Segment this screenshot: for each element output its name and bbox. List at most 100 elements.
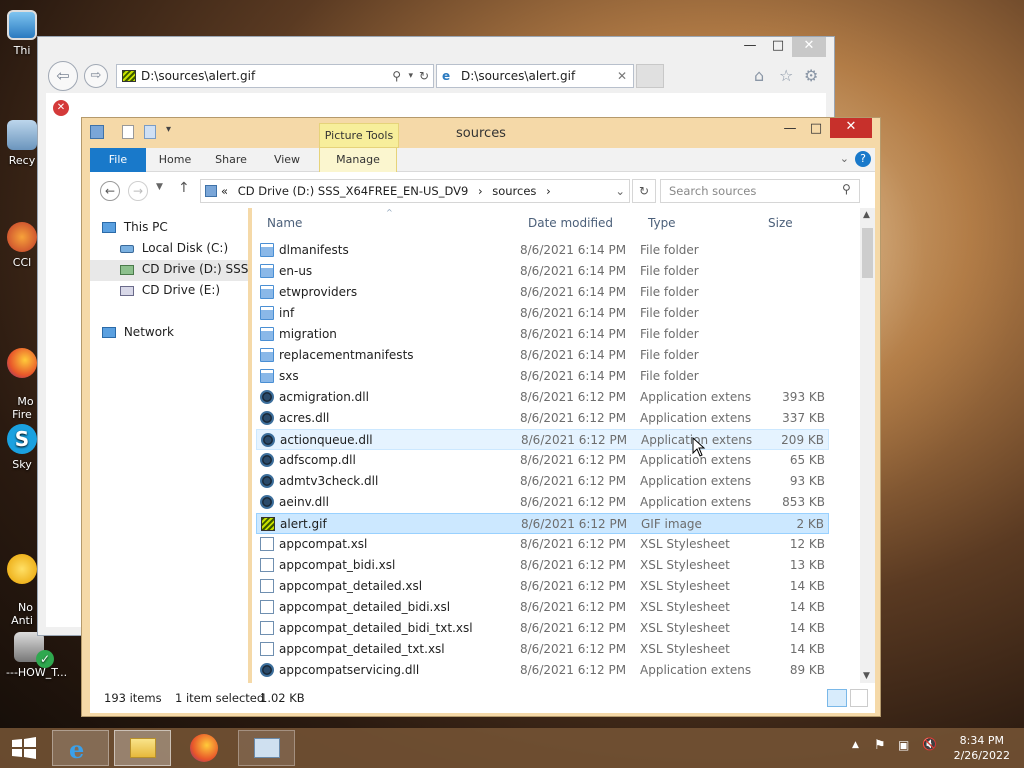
file-row[interactable]: admtv3check.dll 8/6/2021 6:12 PM Applicati…: [256, 471, 829, 492]
ie-address-bar[interactable]: D:\sources\alert.gif ⚲ ▾ ↻: [116, 64, 434, 88]
clock[interactable]: 8:34 PM 2/26/2022: [954, 733, 1010, 763]
maximize-button[interactable]: □: [802, 120, 830, 140]
file-row[interactable]: etwproviders 8/6/2021 6:14 PM File folder: [256, 282, 829, 303]
tab-home[interactable]: Home: [152, 148, 198, 172]
search-input[interactable]: Search sources: [660, 179, 860, 203]
file-row[interactable]: appcompat_detailed_txt.xsl 8/6/2021 6:12 …: [256, 639, 829, 660]
scroll-up-icon[interactable]: ▲: [863, 210, 870, 220]
file-name: appcompat_detailed_bidi_txt.xsl: [279, 621, 473, 635]
search-icon[interactable]: ⚲: [392, 65, 401, 87]
file-row[interactable]: adfscomp.dll 8/6/2021 6:12 PM Application …: [256, 450, 829, 471]
up-button[interactable]: ↑: [178, 180, 190, 196]
file-row[interactable]: appcompat.xsl 8/6/2021 6:12 PM XSL Stylesh…: [256, 534, 829, 555]
breadcrumb-drive[interactable]: CD Drive (D:) SSS_X64FREE_EN-US_DV9: [238, 184, 469, 198]
file-row[interactable]: appcompat_detailed.xsl 8/6/2021 6:12 PM XS…: [256, 576, 829, 597]
favorites-icon[interactable]: ☆: [779, 66, 793, 85]
column-header-type[interactable]: Type: [648, 216, 676, 230]
breadcrumb-folder[interactable]: sources: [492, 184, 536, 198]
maximize-button[interactable]: □: [764, 37, 792, 57]
details-view-button[interactable]: [827, 689, 847, 707]
file-row[interactable]: replacementmanifests 8/6/2021 6:14 PM File…: [256, 345, 829, 366]
show-hidden-icons[interactable]: ▲: [852, 740, 859, 750]
folder-icon: [260, 369, 274, 383]
tree-item-label: CD Drive (D:) SSS_X6: [141, 262, 248, 276]
tab-view[interactable]: View: [264, 148, 310, 172]
desktop-icon-shortcut[interactable]: ✓ ---HOW_T...: [0, 632, 80, 679]
tab-share[interactable]: Share: [208, 148, 254, 172]
file-name: inf: [279, 306, 295, 320]
minimize-button[interactable]: —: [776, 120, 804, 140]
dropdown-icon[interactable]: ▾: [408, 65, 413, 87]
minimize-button[interactable]: —: [736, 37, 764, 57]
dll-file-icon: [260, 390, 274, 404]
file-row[interactable]: aeinv.dll 8/6/2021 6:12 PM Application ext…: [256, 492, 829, 513]
breadcrumb-overflow[interactable]: «: [221, 184, 228, 198]
refresh-icon[interactable]: ↻: [419, 65, 429, 87]
taskbar-task-manager[interactable]: [238, 730, 295, 766]
action-center-icon[interactable]: ⚑: [874, 738, 886, 753]
tree-item-network[interactable]: Network: [102, 325, 174, 339]
file-explorer-window[interactable]: ▾ Picture Tools sources — □ ✕ File Home …: [81, 117, 881, 717]
home-icon[interactable]: ⌂: [754, 66, 764, 85]
file-type: XSL Stylesheet: [640, 642, 730, 656]
file-row[interactable]: appcompat_detailed_bidi_txt.xsl 8/6/2021 …: [256, 618, 829, 639]
column-header-date[interactable]: Date modified: [528, 216, 613, 230]
refresh-button[interactable]: ↻: [632, 179, 656, 203]
back-button[interactable]: ⇦: [48, 61, 78, 91]
close-button[interactable]: ✕: [792, 37, 826, 57]
file-row[interactable]: migration 8/6/2021 6:14 PM File folder: [256, 324, 829, 345]
desktop-icon-label: No Anti: [11, 601, 33, 627]
status-bar: 193 items 1 item selected 1.02 KB: [90, 683, 875, 713]
xsl-file-icon: [260, 642, 274, 656]
close-tab-icon[interactable]: ✕: [617, 65, 627, 87]
taskbar-internet-explorer[interactable]: e: [52, 730, 109, 766]
file-row[interactable]: en-us 8/6/2021 6:14 PM File folder: [256, 261, 829, 282]
vertical-scrollbar[interactable]: ▲ ▼: [860, 208, 875, 683]
file-row[interactable]: alert.gif 8/6/2021 6:12 PM GIF image 2 KB: [256, 513, 829, 534]
back-button[interactable]: ←: [100, 181, 120, 201]
new-tab-button[interactable]: [636, 64, 664, 88]
xsl-file-icon: [260, 558, 274, 572]
window-title: sources: [456, 126, 506, 141]
column-header-name[interactable]: Name: [267, 216, 302, 230]
tree-item-cd-drive-e[interactable]: CD Drive (E:): [120, 283, 220, 297]
file-row[interactable]: actionqueue.dll 8/6/2021 6:12 PM Applicati…: [256, 429, 829, 450]
taskbar-file-explorer[interactable]: [114, 730, 171, 766]
tab-manage[interactable]: Manage: [319, 148, 397, 172]
start-button[interactable]: [10, 736, 38, 760]
file-row[interactable]: dlmanifests 8/6/2021 6:14 PM File folder: [256, 240, 829, 261]
large-icons-view-button[interactable]: [850, 689, 868, 707]
tab-file[interactable]: File: [90, 148, 146, 172]
ie-tab[interactable]: e D:\sources\alert.gif ✕: [436, 64, 634, 88]
file-row[interactable]: appcompat_bidi.xsl 8/6/2021 6:12 PM XSL St…: [256, 555, 829, 576]
close-button[interactable]: ✕: [830, 118, 872, 138]
tree-item-cd-drive-d[interactable]: CD Drive (D:) SSS_X6: [90, 260, 248, 281]
file-type: File folder: [640, 243, 699, 257]
file-date: 8/6/2021 6:12 PM: [520, 411, 627, 425]
file-row[interactable]: appcompatservicing.dll 8/6/2021 6:12 PM Ap…: [256, 660, 829, 681]
column-header-size[interactable]: Size: [768, 216, 793, 230]
address-dropdown-icon[interactable]: ⌄: [615, 180, 625, 202]
file-date: 8/6/2021 6:12 PM: [521, 517, 628, 531]
file-row[interactable]: appcompat_detailed_bidi.xsl 8/6/2021 6:12…: [256, 597, 829, 618]
file-row[interactable]: sxs 8/6/2021 6:14 PM File folder: [256, 366, 829, 387]
file-row[interactable]: inf 8/6/2021 6:14 PM File folder: [256, 303, 829, 324]
explorer-address-bar[interactable]: « CD Drive (D:) SSS_X64FREE_EN-US_DV9 › …: [200, 179, 630, 203]
error-icon: ✕: [53, 100, 69, 116]
expand-ribbon-icon[interactable]: ⌄: [840, 152, 849, 165]
help-icon[interactable]: ?: [855, 151, 871, 167]
file-row[interactable]: acres.dll 8/6/2021 6:12 PM Application ext…: [256, 408, 829, 429]
tree-item-local-disk[interactable]: Local Disk (C:): [120, 241, 228, 255]
forward-button[interactable]: →: [128, 181, 148, 201]
scroll-down-icon[interactable]: ▼: [863, 671, 870, 681]
network-icon[interactable]: ▣: [898, 738, 909, 752]
file-row[interactable]: acmigration.dll 8/6/2021 6:12 PM Applicati…: [256, 387, 829, 408]
skype-icon: S: [7, 424, 37, 454]
gear-icon[interactable]: ⚙: [804, 66, 818, 85]
tree-item-this-pc[interactable]: This PC: [102, 220, 168, 234]
recent-locations-icon[interactable]: ▼: [156, 182, 163, 192]
volume-muted-icon[interactable]: 🔇: [922, 737, 937, 751]
scrollbar-thumb[interactable]: [862, 228, 873, 278]
taskbar-firefox[interactable]: [176, 730, 233, 766]
forward-button[interactable]: ⇨: [84, 64, 108, 88]
